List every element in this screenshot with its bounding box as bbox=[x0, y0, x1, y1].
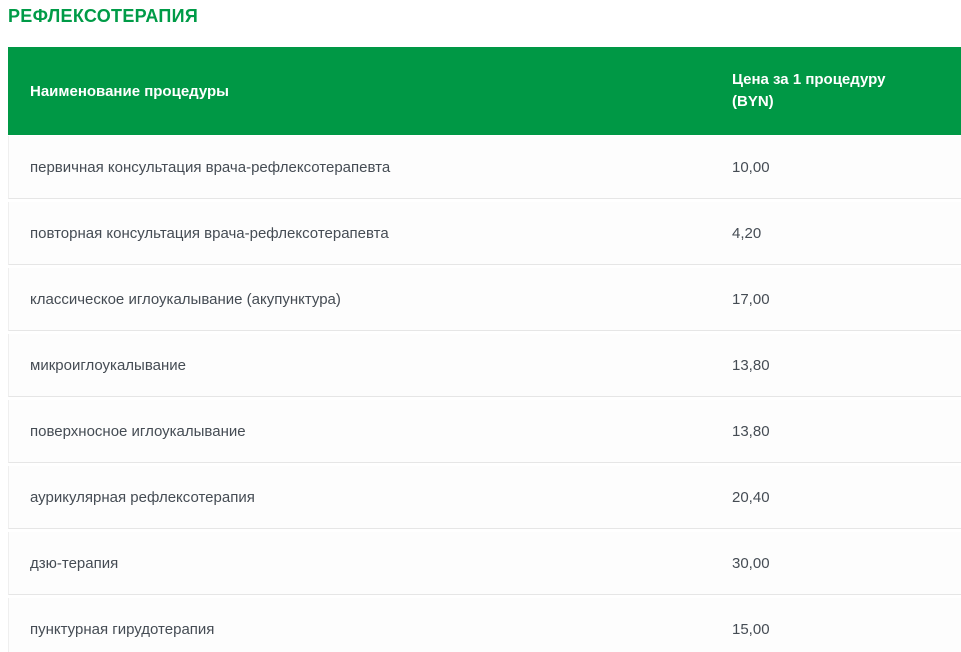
procedure-name-cell: аурикулярная рефлексотерапия bbox=[9, 489, 710, 506]
procedure-name-cell: повторная консультация врача-рефлексотер… bbox=[9, 225, 710, 242]
table-row: повторная консультация врача-рефлексотер… bbox=[8, 202, 961, 265]
procedure-price-cell: 10,00 bbox=[710, 159, 770, 176]
procedure-price-cell: 30,00 bbox=[710, 555, 770, 572]
procedure-price-cell: 13,80 bbox=[710, 423, 770, 440]
procedure-price-cell: 20,40 bbox=[710, 489, 770, 506]
procedure-name-cell: классическое иглоукалывание (акупунктура… bbox=[9, 291, 710, 308]
price-table: Наименование процедуры Цена за 1 процеду… bbox=[8, 47, 961, 652]
column-header-price: Цена за 1 процедуру (BYN) bbox=[710, 69, 925, 113]
procedure-price-cell: 4,20 bbox=[710, 225, 761, 242]
table-row: микроиглоукалывание 13,80 bbox=[8, 334, 961, 397]
table-row: классическое иглоукалывание (акупунктура… bbox=[8, 268, 961, 331]
procedure-name-cell: дзю-терапия bbox=[9, 555, 710, 572]
page-title: РЕФЛЕКСОТЕРАПИЯ bbox=[8, 6, 961, 26]
procedure-price-cell: 15,00 bbox=[710, 621, 770, 638]
table-header-row: Наименование процедуры Цена за 1 процеду… bbox=[8, 47, 961, 135]
table-row: дзю-терапия 30,00 bbox=[8, 532, 961, 595]
table-body: первичная консультация врача-рефлексотер… bbox=[8, 136, 961, 652]
procedure-name-cell: пунктурная гирудотерапия bbox=[9, 621, 710, 638]
table-row: пунктурная гирудотерапия 15,00 bbox=[8, 598, 961, 652]
procedure-name-cell: первичная консультация врача-рефлексотер… bbox=[9, 159, 710, 176]
table-row: первичная консультация врача-рефлексотер… bbox=[8, 136, 961, 199]
procedure-price-cell: 17,00 bbox=[710, 291, 770, 308]
page: РЕФЛЕКСОТЕРАПИЯ Наименование процедуры Ц… bbox=[0, 6, 961, 652]
procedure-name-cell: микроиглоукалывание bbox=[9, 357, 710, 374]
column-header-procedure-name: Наименование процедуры bbox=[8, 83, 710, 100]
procedure-name-cell: поверхносное иглоукалывание bbox=[9, 423, 710, 440]
table-row: аурикулярная рефлексотерапия 20,40 bbox=[8, 466, 961, 529]
procedure-price-cell: 13,80 bbox=[710, 357, 770, 374]
table-row: поверхносное иглоукалывание 13,80 bbox=[8, 400, 961, 463]
